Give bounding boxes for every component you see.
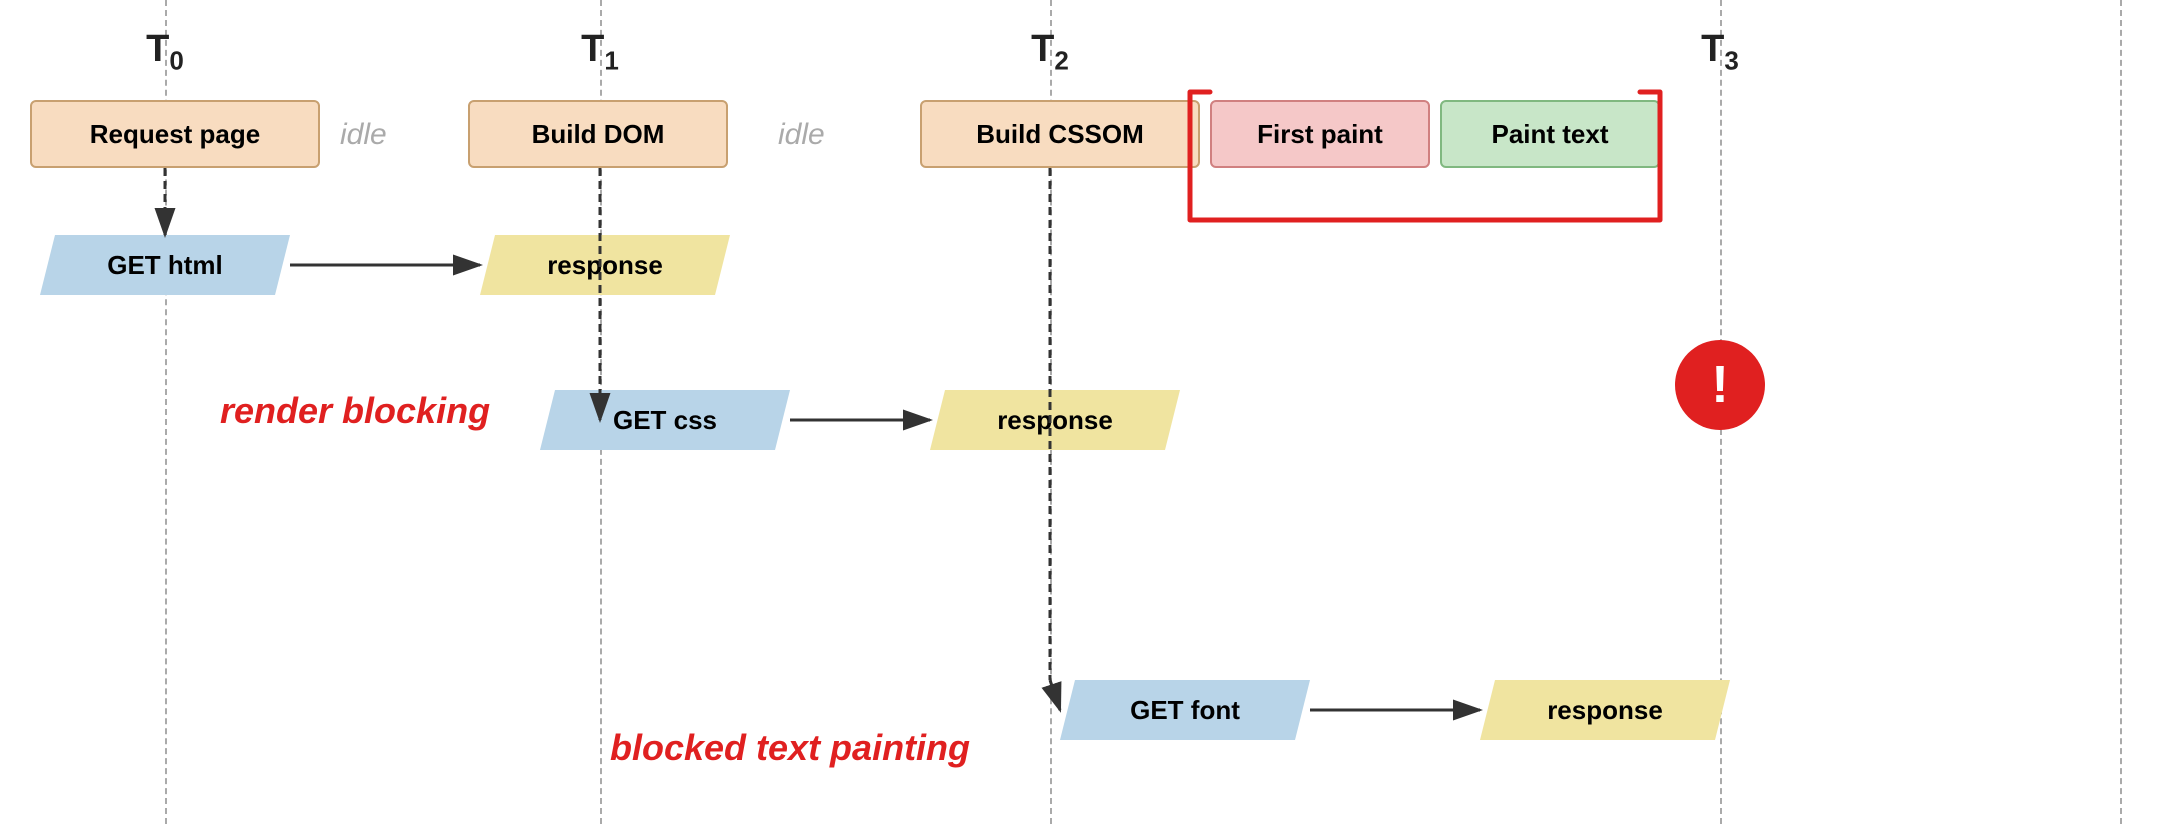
render-blocking-label: render blocking [220, 390, 490, 432]
time-label-t0: T0 [146, 28, 184, 77]
idle-label-2: idle [778, 118, 825, 152]
blocked-text-painting-label: blocked text painting [610, 727, 970, 769]
get-css-box: GET css [540, 390, 790, 450]
build-cssom-box: Build CSSOM [920, 100, 1200, 168]
paint-text-box: Paint text [1440, 100, 1660, 168]
error-circle: ! [1675, 340, 1765, 430]
time-label-t3: T3 [1701, 28, 1739, 77]
vline-t4 [2120, 0, 2122, 824]
first-paint-box: First paint [1210, 100, 1430, 168]
time-label-t1: T1 [581, 28, 619, 77]
get-html-box: GET html [40, 235, 290, 295]
idle-label-1: idle [340, 118, 387, 152]
response-font-box: response [1480, 680, 1730, 740]
request-page-box: Request page [30, 100, 320, 168]
diagram: T0 T1 T2 T3 Request page Build DOM Build… [0, 0, 2177, 824]
response-html-box: response [480, 235, 730, 295]
build-dom-box: Build DOM [468, 100, 728, 168]
get-font-box: GET font [1060, 680, 1310, 740]
response-css-box: response [930, 390, 1180, 450]
time-label-t2: T2 [1031, 28, 1069, 77]
